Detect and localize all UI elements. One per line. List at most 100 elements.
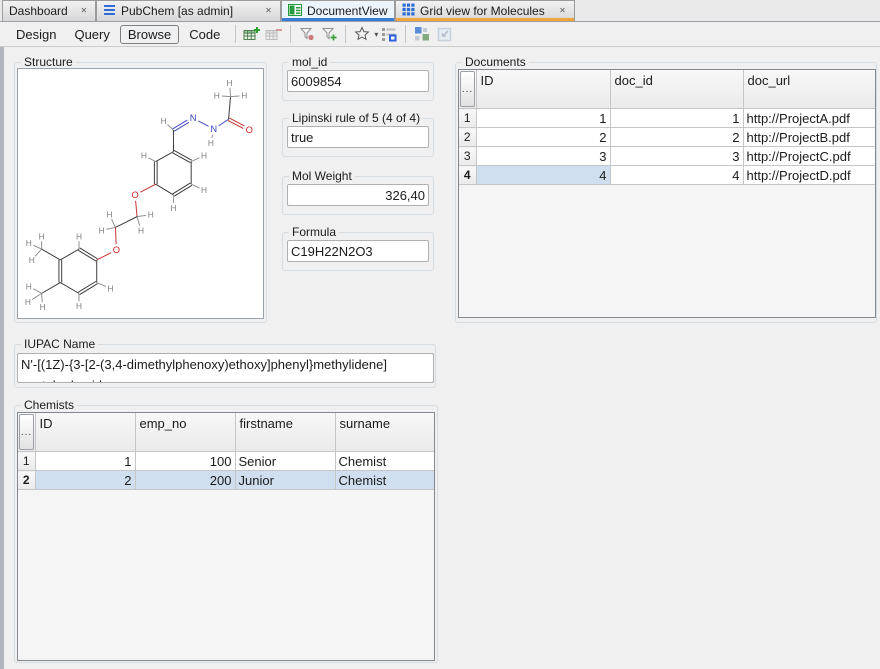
dropdown-caret-icon[interactable]: ▾ [374,30,378,39]
mol-weight-field[interactable] [287,184,429,206]
column-header[interactable]: ID [35,413,135,452]
cell[interactable]: 1 [476,109,610,128]
cell[interactable]: Junior [235,471,335,490]
row-header[interactable]: 3 [459,147,476,166]
menu-icon [103,3,116,19]
mode-code[interactable]: Code [181,25,228,44]
formula-field[interactable] [287,240,429,262]
close-icon[interactable]: ✕ [557,6,568,17]
cell[interactable]: 1 [610,109,743,128]
export-box-icon[interactable] [434,24,454,44]
cell[interactable]: http://ProjectC.pdf [743,147,876,166]
cell[interactable]: 100 [135,452,235,471]
tab-pubchem[interactable]: PubChem [as admin] ✕ [96,0,281,21]
close-icon[interactable]: ✕ [263,6,274,17]
row-header[interactable]: 4 [459,166,476,185]
grid-corner-button[interactable]: ... [460,71,475,107]
lipinski-field[interactable] [287,126,429,148]
svg-text:H: H [39,231,45,241]
svg-text:H: H [214,91,220,101]
svg-text:H: H [40,302,46,312]
chemists-label: Chemists [21,398,77,412]
iupac-name-field[interactable]: N'-[(1Z)-{3-[2-(3,4-dimethylphenoxy)etho… [17,353,434,383]
column-header[interactable]: emp_no [135,413,235,452]
lipinski-groupbox: Lipinski rule of 5 (4 of 4) [282,118,434,157]
iupac-groupbox: IUPAC Name N'-[(1Z)-{3-[2-(3,4-dimethylp… [14,344,436,388]
iupac-line-1: N'-[(1Z)-{3-[2-(3,4-dimethylphenoxy)etho… [21,354,430,375]
table-row: 222http://ProjectB.pdf [459,128,876,147]
filter-add-icon[interactable] [319,24,339,44]
row-header[interactable]: 1 [18,452,35,471]
filter-clear-icon[interactable] [297,24,317,44]
molecule-structure-frame: NNOHHHHHHHHHOHHHHOHHHHHHHHH [17,68,264,319]
cell[interactable]: Chemist [335,471,435,490]
layout-blocks-icon[interactable] [412,24,432,44]
svg-text:H: H [201,185,207,195]
cell[interactable]: http://ProjectB.pdf [743,128,876,147]
splitter-handle[interactable] [0,47,4,669]
cell[interactable]: http://ProjectA.pdf [743,109,876,128]
svg-text:H: H [99,225,105,235]
grid-view-icon [402,3,415,19]
tab-documentview[interactable]: DocumentView ✕ [281,0,395,21]
svg-text:H: H [148,210,154,220]
row-header[interactable]: 1 [459,109,476,128]
mol-id-label: mol_id [289,55,330,69]
tab-dashboard[interactable]: Dashboard ✕ [2,0,96,21]
iupac-label: IUPAC Name [21,337,98,351]
tab-grid-view-molecules[interactable]: Grid view for Molecules ✕ [395,0,575,21]
column-header[interactable]: ID [476,70,610,109]
svg-text:N: N [210,124,217,134]
cell[interactable]: 2 [610,128,743,147]
row-header[interactable]: 2 [18,471,35,490]
svg-text:O: O [246,125,253,135]
column-header[interactable]: doc_id [610,70,743,109]
tab-label: DocumentView [307,4,393,18]
column-header[interactable]: firstname [235,413,335,452]
cell[interactable]: 2 [35,471,135,490]
favorites-star-icon[interactable] [352,24,372,44]
chemists-groupbox: Chemists ...IDemp_nofirstnamesurname1110… [14,405,438,663]
cell[interactable]: 4 [476,166,610,185]
active-tab-underline [282,18,394,21]
grid-corner-button[interactable]: ... [19,414,34,450]
svg-text:H: H [29,255,35,265]
cell[interactable]: Senior [235,452,335,471]
mode-query[interactable]: Query [66,25,117,44]
cell[interactable]: http://ProjectD.pdf [743,166,876,185]
mode-design[interactable]: Design [8,25,64,44]
toolbar-separator [405,25,406,43]
svg-text:O: O [131,190,138,200]
chemists-grid[interactable]: ...IDemp_nofirstnamesurname11100SeniorCh… [17,412,435,661]
mode-browse[interactable]: Browse [120,25,179,44]
cell[interactable]: 1 [35,452,135,471]
toolbar-separator [290,25,291,43]
svg-text:H: H [138,225,144,235]
svg-text:H: H [76,301,82,311]
row-header[interactable]: 2 [459,128,476,147]
cell[interactable]: 2 [476,128,610,147]
record-details-icon[interactable] [379,24,399,44]
toolbar: Design Query Browse Code ▾ [0,22,880,47]
cell[interactable]: 3 [610,147,743,166]
delete-record-icon[interactable] [264,24,284,44]
cell[interactable]: Chemist [335,452,435,471]
cell[interactable]: 200 [135,471,235,490]
svg-text:H: H [26,281,32,291]
toolbar-separator [235,25,236,43]
mol-id-field[interactable] [287,70,429,92]
cell[interactable]: 4 [610,166,743,185]
cell[interactable]: 3 [476,147,610,166]
documents-grid[interactable]: ...IDdoc_iddoc_url111http://ProjectA.pdf… [458,69,876,318]
structure-groupbox: Structure NNOHHHHHHHHHOHHHHOHHHHHHHHH [14,62,267,323]
formula-label: Formula [289,225,339,239]
modified-tab-underline [396,18,574,21]
svg-text:H: H [241,91,247,101]
close-icon[interactable]: ✕ [79,6,89,17]
table-row: 111http://ProjectA.pdf [459,109,876,128]
column-header[interactable]: doc_url [743,70,876,109]
svg-text:H: H [201,151,207,161]
column-header[interactable]: surname [335,413,435,452]
add-record-icon[interactable] [242,24,262,44]
lipinski-label: Lipinski rule of 5 (4 of 4) [289,111,423,125]
